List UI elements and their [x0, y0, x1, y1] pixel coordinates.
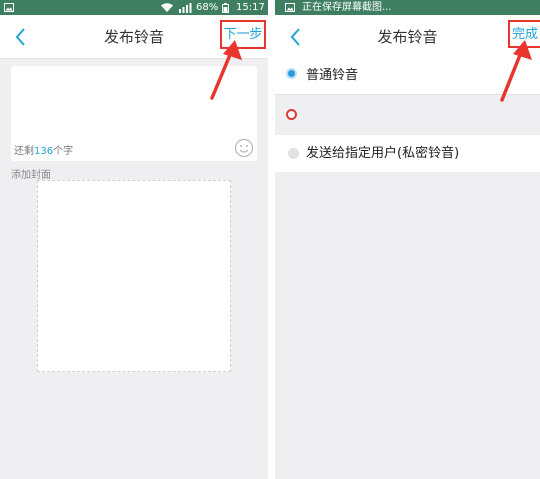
smiley-icon[interactable]	[234, 138, 254, 158]
publish-ringtone-screen: 68% 15:17 发布铃音 下一步 还剩136个字 添加封面	[0, 0, 268, 479]
status-bar: 68% 15:17	[0, 0, 268, 15]
status-bar: 正在保存屏幕截图...	[275, 0, 540, 15]
radio-unselected[interactable]	[286, 109, 297, 120]
empty-area	[275, 172, 540, 479]
option-private-ringtone[interactable]: 发送给指定用户(私密铃音)	[275, 135, 540, 172]
option-label: 普通铃音	[306, 68, 359, 83]
chevron-left-icon[interactable]	[12, 26, 30, 48]
radio-unselected[interactable]	[288, 148, 299, 159]
battery-icon	[222, 3, 229, 13]
clock: 15:17	[236, 2, 265, 13]
red-arrow-annotation	[210, 40, 242, 100]
battery-percent: 68%	[196, 2, 219, 13]
wifi-icon	[161, 3, 173, 12]
add-cover-label: 添加封面	[11, 170, 51, 181]
chevron-left-icon[interactable]	[287, 26, 305, 48]
image-notification-icon	[4, 3, 14, 12]
image-notification-icon	[285, 3, 295, 12]
add-cover-box[interactable]	[37, 180, 231, 372]
signal-icon	[179, 3, 192, 13]
radio-selected[interactable]	[286, 68, 297, 79]
status-text: 正在保存屏幕截图...	[302, 2, 392, 13]
char-counter: 还剩136个字	[14, 146, 74, 157]
ringtone-type-screen: 正在保存屏幕截图... 发布铃音 完成 普通铃音 发送给指定用户(私密铃音)	[275, 0, 540, 479]
option-label: 发送给指定用户(私密铃音)	[306, 146, 460, 161]
red-arrow-annotation	[500, 40, 532, 102]
